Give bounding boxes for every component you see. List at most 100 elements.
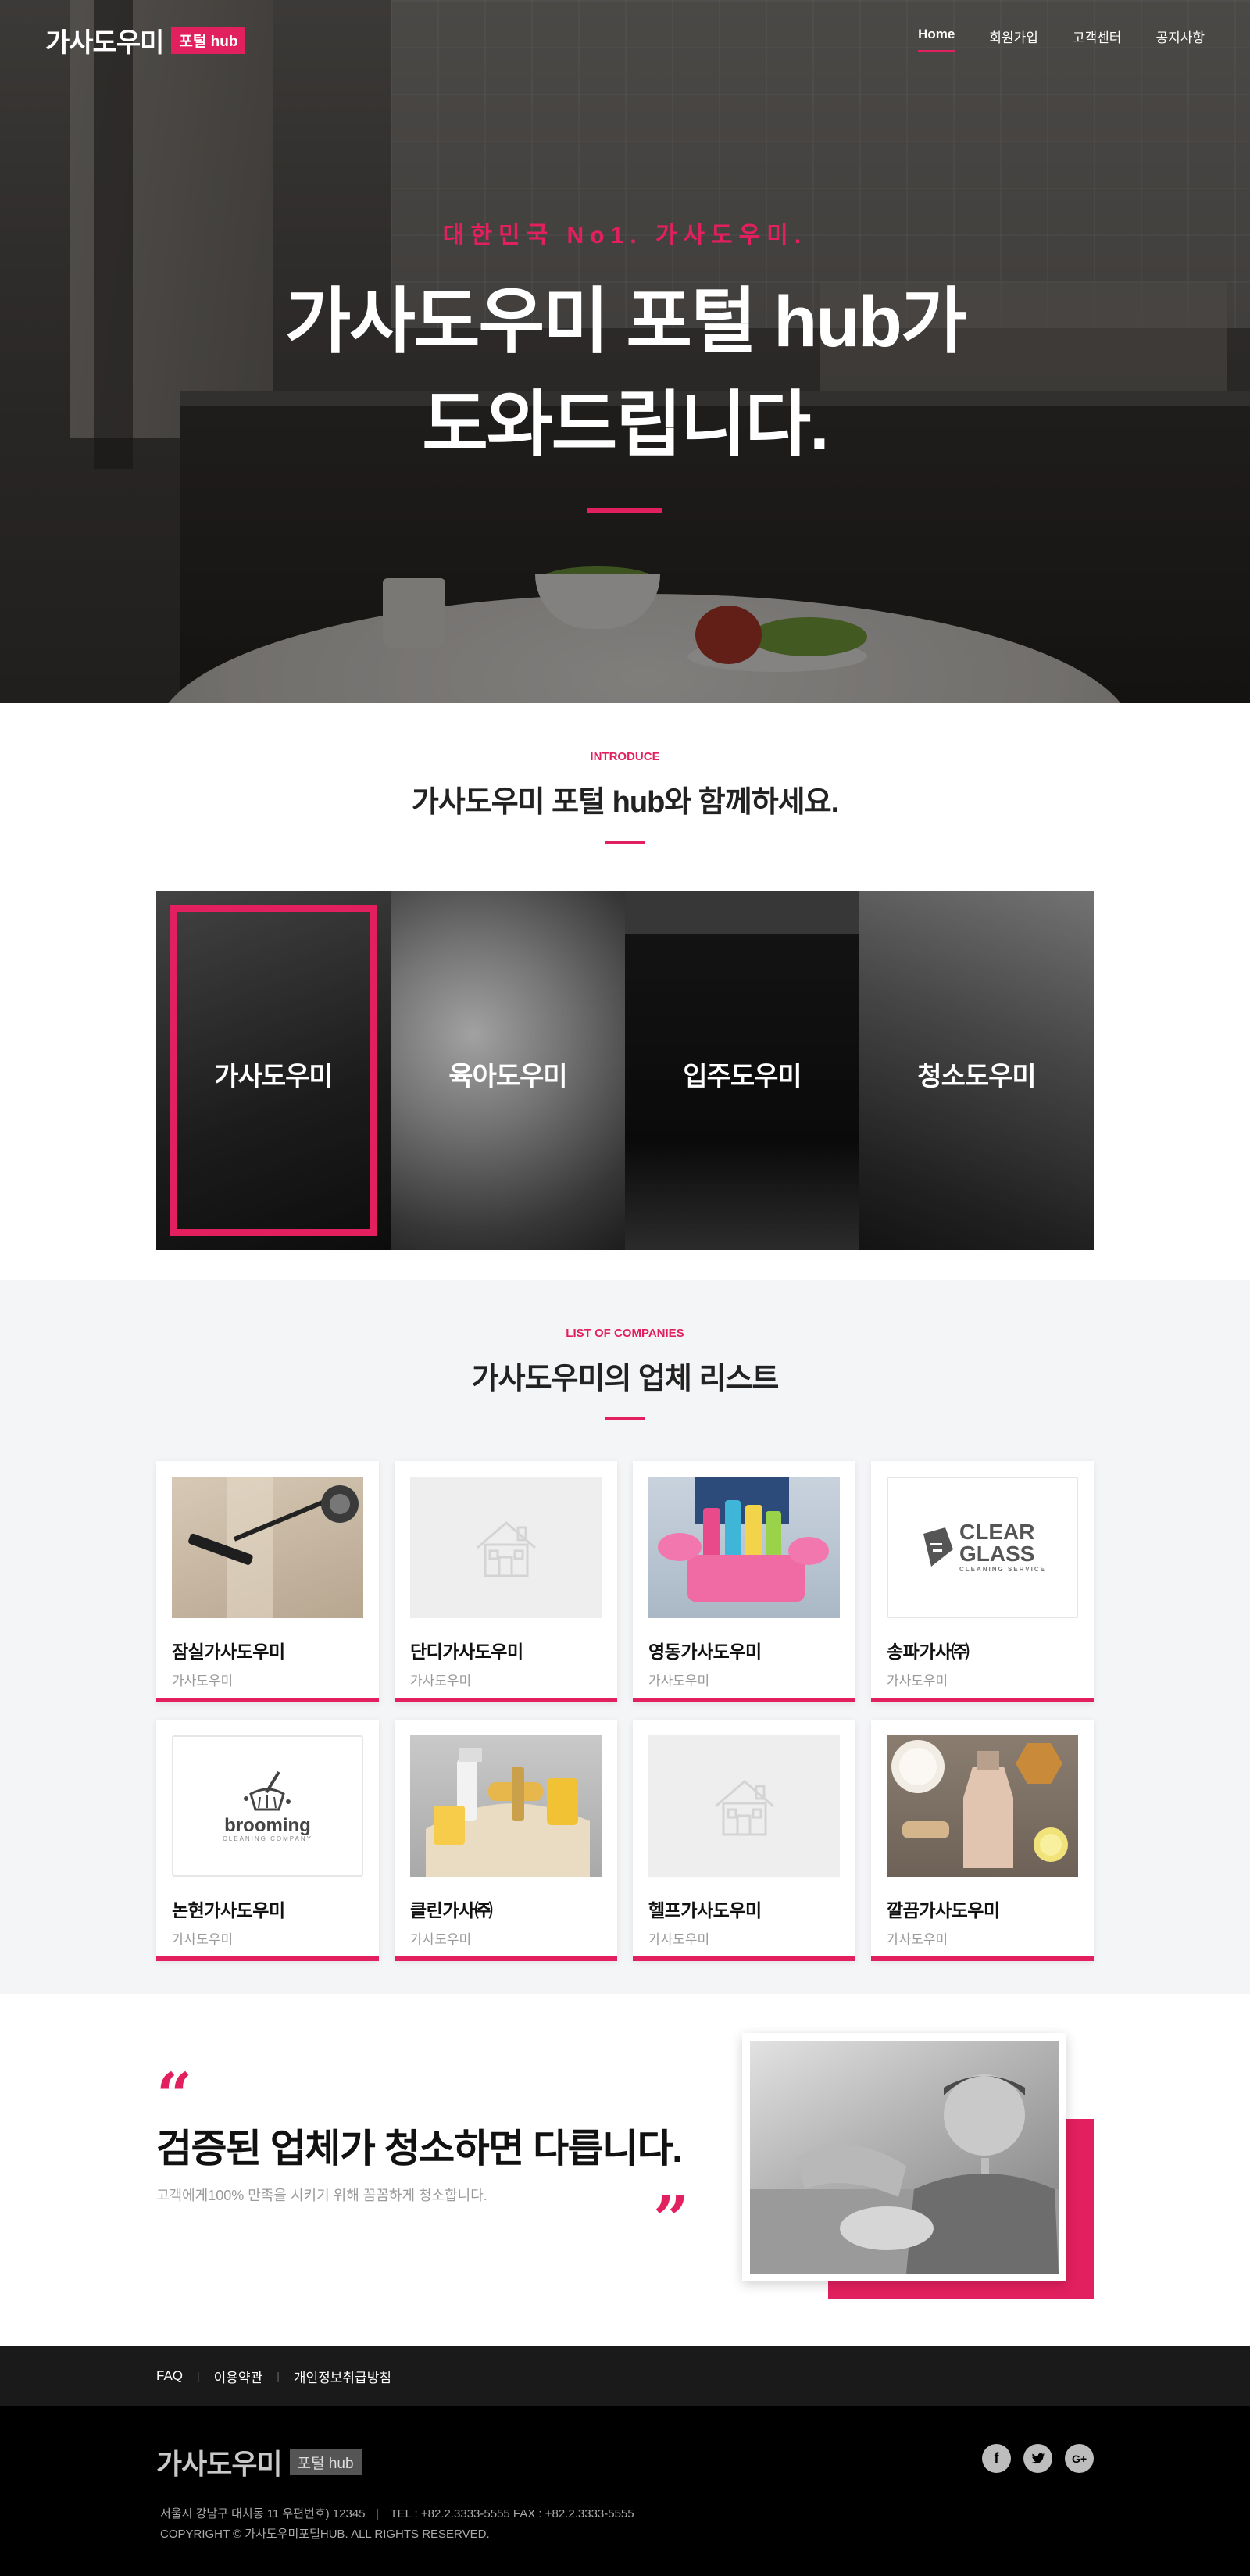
intro-title: 가사도우미 포털 hub와 함께하세요. bbox=[411, 786, 839, 819]
companies-label: LIST OF COMPANIES bbox=[566, 1327, 684, 1340]
nav-item-customer-center[interactable]: 고객센터 bbox=[1073, 27, 1122, 52]
main-menu: Home 회원가입 고객센터 공지사항 bbox=[918, 27, 1205, 52]
company-category: 가사도우미 bbox=[410, 1932, 472, 1947]
hero-text: 대한민국 No1. 가사도우미. 가사도우미 포털 hub가 도와드립니다. bbox=[0, 216, 1250, 513]
companies-divider bbox=[605, 1417, 645, 1420]
brooming-logo: brooming CLEANING COMPANY bbox=[172, 1735, 363, 1877]
footer-address-line: 서울시 강남구 대치동 11 우편번호) 12345 | TEL : +82.2.3… bbox=[160, 2505, 634, 2521]
logo-badge: 포털 hub bbox=[171, 27, 246, 54]
testimonial-section: “ 검증된 업체가 청소하면 다릅니다. 고객에게100% 만족을 시키기 위해… bbox=[0, 1994, 1250, 2346]
company-name: 클린가사㈜ bbox=[410, 1900, 493, 1920]
quote-close-icon: ” bbox=[653, 2182, 690, 2256]
footer: 가사도우미 포털 hub 서울시 강남구 대치동 11 우편번호) 12345 |… bbox=[0, 2406, 1250, 2576]
company-name: 논현가사도우미 bbox=[172, 1900, 285, 1920]
company-name: 영동가사도우미 bbox=[648, 1642, 762, 1662]
service-tile-childcare[interactable]: 육아도우미 bbox=[391, 891, 625, 1250]
company-card[interactable]: 클린가사㈜ 가사도우미 bbox=[395, 1720, 617, 1961]
house-placeholder-icon bbox=[410, 1477, 602, 1618]
company-card[interactable]: brooming CLEANING COMPANY 논현가사도우미 가사도우미 bbox=[156, 1720, 379, 1961]
company-name: 깔끔가사도우미 bbox=[887, 1900, 1000, 1920]
company-category: 가사도우미 bbox=[172, 1932, 234, 1947]
nav-item-notice[interactable]: 공지사항 bbox=[1155, 27, 1205, 52]
service-tile-label: 청소도우미 bbox=[917, 1062, 1036, 1091]
intro-label: INTRODUCE bbox=[590, 750, 660, 763]
company-category: 가사도우미 bbox=[887, 1674, 948, 1688]
clear-glass-logo-tag: CLEANING SERVICE bbox=[959, 1565, 1046, 1573]
testimonial-subtitle: 고객에게100% 만족을 시키기 위해 꼼꼼하게 청소합니다. bbox=[156, 2188, 488, 2203]
facebook-icon[interactable]: f bbox=[982, 2444, 1011, 2473]
service-tile-label: 육아도우미 bbox=[448, 1062, 567, 1091]
company-card[interactable]: 단디가사도우미 가사도우미 bbox=[395, 1461, 617, 1702]
caddy-photo bbox=[410, 1735, 602, 1877]
clear-glass-logo-line1: CLEAR bbox=[959, 1519, 1035, 1544]
company-name: 단디가사도우미 bbox=[410, 1642, 523, 1662]
footer-logo-badge: 포털 hub bbox=[289, 2449, 362, 2475]
company-category: 가사도우미 bbox=[648, 1674, 710, 1688]
hero-eyebrow: 대한민국 No1. 가사도우미. bbox=[442, 223, 808, 248]
companies-heading: LIST OF COMPANIES 가사도우미의 업체 리스트 bbox=[0, 1327, 1250, 1420]
company-category: 가사도우미 bbox=[887, 1932, 948, 1947]
footer-link-faq[interactable]: FAQ bbox=[156, 2368, 183, 2384]
service-tile-housekeeper[interactable]: 가사도우미 bbox=[156, 891, 391, 1250]
service-tile-label: 입주도우미 bbox=[683, 1062, 802, 1091]
natural-products-photo bbox=[887, 1735, 1078, 1877]
clear-glass-logo-line2: GLASS bbox=[959, 1541, 1035, 1566]
intro-heading: INTRODUCE 가사도우미 포털 hub와 함께하세요. bbox=[0, 750, 1250, 844]
service-tile-label: 가사도우미 bbox=[214, 1062, 333, 1091]
footer-links: FAQ | 이용약관 | 개인정보취급방침 bbox=[0, 2346, 1250, 2406]
company-card[interactable]: 깔끔가사도우미 가사도우미 bbox=[871, 1720, 1094, 1961]
twitter-icon[interactable] bbox=[1023, 2444, 1052, 2473]
clear-glass-logo: CLEAR GLASS CLEANING SERVICE bbox=[887, 1477, 1078, 1618]
footer-copyright: COPYRIGHT © 가사도우미포털HUB. ALL RIGHTS RESER… bbox=[160, 2528, 490, 2541]
footer-address: 서울시 강남구 대치동 11 우편번호) 12345 bbox=[160, 2507, 366, 2521]
logo-name: 가사도우미 bbox=[45, 28, 164, 58]
hero-title: 가사도우미 포털 hub가 도와드립니다. bbox=[0, 270, 1250, 477]
site-logo[interactable]: 가사도우미 포털 hub bbox=[45, 21, 246, 59]
broom-icon bbox=[244, 1770, 291, 1810]
service-tiles: 가사도우미 육아도우미 입주도우미 청소도우미 bbox=[156, 891, 1094, 1250]
company-category: 가사도우미 bbox=[648, 1932, 710, 1947]
top-nav: 가사도우미 포털 hub Home 회원가입 고객센터 공지사항 bbox=[0, 0, 1250, 72]
hero-title-line-1: 가사도우미 포털 hub가 bbox=[284, 282, 967, 362]
nav-item-signup[interactable]: 회원가입 bbox=[989, 27, 1038, 52]
intro-section: INTRODUCE 가사도우미 포털 hub와 함께하세요. 가사도우미 육아도… bbox=[0, 703, 1250, 1280]
hero-divider bbox=[588, 508, 662, 513]
nav-item-home[interactable]: Home bbox=[918, 27, 955, 52]
footer-link-separator: | bbox=[277, 2370, 280, 2382]
brooming-logo-tag: CLEANING COMPANY bbox=[223, 1835, 312, 1842]
company-name: 송파가사㈜ bbox=[887, 1642, 970, 1662]
company-card[interactable]: CLEAR GLASS CLEANING SERVICE 송파가사㈜ 가사도우미 bbox=[871, 1461, 1094, 1702]
smiling-man-photo bbox=[750, 2041, 1059, 2274]
footer-phone: TEL : +82.2.3333-5555 FAX : +82.2.3333-5… bbox=[390, 2507, 634, 2521]
company-grid: 잠실가사도우미 가사도우미 단디가사도우미 가사도우미 영동가사도우미 가사도우… bbox=[156, 1461, 1094, 1961]
testimonial-title: 검증된 업체가 청소하면 다릅니다. bbox=[156, 2127, 683, 2170]
google-plus-icon[interactable]: G+ bbox=[1065, 2444, 1094, 2473]
footer-logo-name: 가사도우미 bbox=[156, 2448, 283, 2480]
testimonial-photo-frame bbox=[742, 2033, 1066, 2281]
footer-link-separator: | bbox=[197, 2370, 200, 2382]
company-category: 가사도우미 bbox=[172, 1674, 234, 1688]
company-card[interactable]: 영동가사도우미 가사도우미 bbox=[633, 1461, 855, 1702]
house-placeholder-icon bbox=[648, 1735, 840, 1877]
company-category: 가사도우미 bbox=[410, 1674, 472, 1688]
service-tile-live-in[interactable]: 입주도우미 bbox=[625, 891, 859, 1250]
company-card[interactable]: 헬프가사도우미 가사도우미 bbox=[633, 1720, 855, 1961]
footer-address-separator: | bbox=[376, 2507, 380, 2521]
companies-section: LIST OF COMPANIES 가사도우미의 업체 리스트 잠실가사도우미 … bbox=[0, 1280, 1250, 1994]
footer-link-privacy[interactable]: 개인정보취급방침 bbox=[294, 2367, 391, 2386]
spray-bottle-icon bbox=[923, 1527, 953, 1567]
service-tile-cleaning[interactable]: 청소도우미 bbox=[859, 891, 1094, 1250]
vacuum-photo bbox=[172, 1477, 363, 1618]
intro-divider bbox=[605, 841, 645, 844]
hero-section: 가사도우미 포털 hub Home 회원가입 고객센터 공지사항 대한민국 No… bbox=[0, 0, 1250, 703]
footer-link-terms[interactable]: 이용약관 bbox=[214, 2367, 263, 2386]
social-links: f G+ bbox=[982, 2444, 1094, 2473]
company-name: 헬프가사도우미 bbox=[648, 1900, 762, 1920]
hero-title-line-2: 도와드립니다. bbox=[422, 385, 829, 465]
footer-logo[interactable]: 가사도우미 포털 hub bbox=[156, 2442, 362, 2482]
brooming-logo-word: brooming bbox=[224, 1814, 311, 1836]
company-name: 잠실가사도우미 bbox=[172, 1642, 285, 1662]
companies-title: 가사도우미의 업체 리스트 bbox=[471, 1363, 780, 1395]
supplies-photo bbox=[648, 1477, 840, 1618]
company-card[interactable]: 잠실가사도우미 가사도우미 bbox=[156, 1461, 379, 1702]
